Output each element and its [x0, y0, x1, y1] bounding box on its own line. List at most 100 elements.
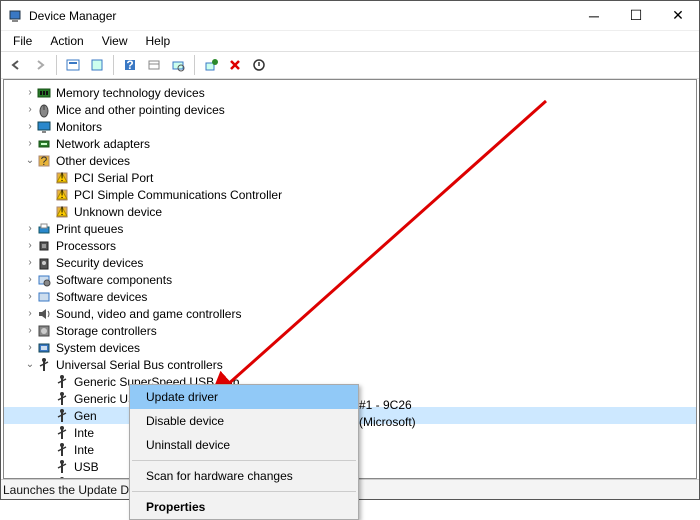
show-hidden-button[interactable] [62, 54, 84, 76]
other-warn-icon: ! [54, 204, 70, 220]
expand-collapse-icon[interactable]: › [24, 223, 36, 234]
help-button[interactable]: ? [119, 54, 141, 76]
tree-item-label: Sound, video and game controllers [56, 307, 241, 321]
usbdev-icon [54, 476, 70, 480]
expand-collapse-icon[interactable]: ⌄ [24, 359, 36, 370]
device-manager-window: Device Manager ─ ☐ ✕ File Action View He… [0, 0, 700, 500]
context-menu-item[interactable]: Update driver [130, 385, 358, 409]
uninstall-button[interactable] [224, 54, 246, 76]
tree-item-label: Memory technology devices [56, 86, 205, 100]
security-icon [36, 255, 52, 271]
tree-item[interactable]: › Software components [4, 271, 696, 288]
minimize-button[interactable]: ─ [573, 1, 615, 31]
tree-item-label: Gen [74, 409, 97, 423]
properties-button[interactable] [86, 54, 108, 76]
menu-action[interactable]: Action [42, 32, 91, 50]
expand-collapse-icon[interactable]: › [24, 291, 36, 302]
tree-item[interactable]: › Sound, video and game controllers [4, 305, 696, 322]
usbdev-icon [54, 425, 70, 441]
expand-collapse-icon[interactable]: › [24, 138, 36, 149]
toolbar-separator [194, 55, 195, 75]
context-menu-item[interactable]: Scan for hardware changes [130, 464, 358, 488]
expand-collapse-icon[interactable]: › [24, 257, 36, 268]
tree-item[interactable]: ›Storage controllers [4, 322, 696, 339]
tree-item-label: USB [74, 460, 99, 474]
tree-item[interactable]: › Memory technology devices [4, 84, 696, 101]
printer-icon [36, 221, 52, 237]
expand-collapse-icon[interactable]: › [24, 240, 36, 251]
expand-collapse-icon[interactable]: › [24, 87, 36, 98]
tree-item-label: Security devices [56, 256, 143, 270]
usb-icon [36, 357, 52, 373]
window-controls: ─ ☐ ✕ [573, 1, 699, 31]
tree-item[interactable]: ⌄?Other devices [4, 152, 696, 169]
usbdev-icon [54, 442, 70, 458]
mouse-icon [36, 102, 52, 118]
svg-text:?: ? [126, 58, 133, 72]
tree-item-label: Inte [74, 426, 94, 440]
expand-collapse-icon[interactable]: › [24, 121, 36, 132]
svg-text:!: ! [60, 170, 63, 184]
tree-item-label: PCI Serial Port [74, 171, 153, 185]
tree-item[interactable]: !PCI Simple Communications Controller [4, 186, 696, 203]
maximize-button[interactable]: ☐ [615, 1, 657, 31]
tree-item[interactable]: › Security devices [4, 254, 696, 271]
tree-item-label: Processors [56, 239, 116, 253]
context-menu-item[interactable]: Disable device [130, 409, 358, 433]
expand-collapse-icon[interactable]: › [24, 274, 36, 285]
tree-item-label: Universal Serial Bus controllers [56, 358, 223, 372]
system-icon [36, 340, 52, 356]
toolbar-separator [56, 55, 57, 75]
expand-collapse-icon[interactable]: › [24, 325, 36, 336]
tree-item-label: Monitors [56, 120, 102, 134]
tree-item[interactable]: › Software devices [4, 288, 696, 305]
usbdev-icon [54, 408, 70, 424]
toolbar-separator [113, 55, 114, 75]
tree-item[interactable]: ! PCI Serial Port [4, 169, 696, 186]
context-menu-item[interactable]: Properties [130, 495, 358, 519]
cpu-icon [36, 238, 52, 254]
back-button[interactable] [5, 54, 27, 76]
expand-collapse-icon[interactable]: › [24, 342, 36, 353]
menubar: File Action View Help [1, 31, 699, 51]
tree-item[interactable]: ⌄ Universal Serial Bus controllers [4, 356, 696, 373]
app-icon [7, 8, 23, 24]
tree-item-label: Print queues [56, 222, 123, 236]
svg-text:!: ! [60, 204, 63, 218]
view-button[interactable] [143, 54, 165, 76]
forward-button[interactable] [29, 54, 51, 76]
other-warn-icon: ! [54, 187, 70, 203]
tree-item-label: Network adapters [56, 137, 150, 151]
tree-item-suffix: #1 - 9C26 [359, 398, 412, 412]
tree-item[interactable]: › Print queues [4, 220, 696, 237]
svg-text:?: ? [41, 154, 48, 168]
window-title: Device Manager [29, 9, 573, 23]
tree-item[interactable]: ›Mice and other pointing devices [4, 101, 696, 118]
swcomp-icon [36, 272, 52, 288]
context-menu-item[interactable]: Uninstall device [130, 433, 358, 457]
monitor-icon [36, 119, 52, 135]
tree-item[interactable]: !Unknown device [4, 203, 696, 220]
expand-collapse-icon[interactable]: › [24, 308, 36, 319]
expand-collapse-icon[interactable]: › [24, 104, 36, 115]
disable-button[interactable] [248, 54, 270, 76]
scan-button[interactable] [167, 54, 189, 76]
close-button[interactable]: ✕ [657, 1, 699, 31]
update-driver-button[interactable] [200, 54, 222, 76]
titlebar: Device Manager ─ ☐ ✕ [1, 1, 699, 31]
context-menu-separator [132, 491, 356, 492]
tree-item[interactable]: ›System devices [4, 339, 696, 356]
tree-item-label: Software devices [56, 290, 147, 304]
memory-icon [36, 85, 52, 101]
tree-item-label: Inte [74, 443, 94, 457]
tree-item[interactable]: › Network adapters [4, 135, 696, 152]
expand-collapse-icon[interactable]: ⌄ [24, 155, 36, 166]
tree-item[interactable]: › Processors [4, 237, 696, 254]
menu-help[interactable]: Help [138, 32, 179, 50]
usbdev-icon [54, 459, 70, 475]
other-warn-icon: ! [54, 170, 70, 186]
menu-file[interactable]: File [5, 32, 40, 50]
menu-view[interactable]: View [94, 32, 136, 50]
tree-item-label: Software components [56, 273, 172, 287]
tree-item[interactable]: › Monitors [4, 118, 696, 135]
